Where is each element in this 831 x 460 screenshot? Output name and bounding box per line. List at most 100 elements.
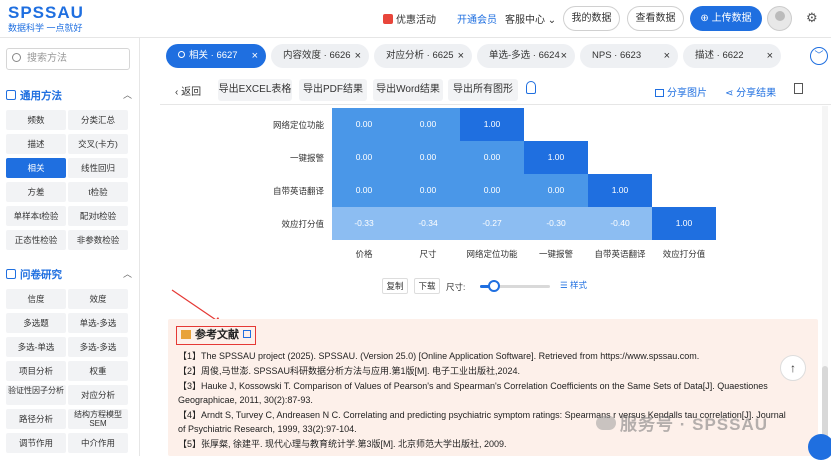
export-word-button[interactable]: 导出Word结果 bbox=[373, 79, 443, 101]
close-icon[interactable]: × bbox=[355, 44, 361, 68]
document-icon[interactable] bbox=[794, 83, 803, 94]
copy-icon[interactable] bbox=[243, 330, 251, 338]
general-item[interactable]: 正态性检验 bbox=[6, 230, 66, 250]
promo-link[interactable]: 优惠活动 bbox=[383, 11, 436, 26]
questionnaire-item[interactable]: 多选-多选 bbox=[68, 337, 128, 357]
tab-label: 相关 · 6627 bbox=[189, 50, 238, 61]
questionnaire-item[interactable]: 验证性因子分析 bbox=[6, 385, 66, 405]
heatmap-cell: 0.00 bbox=[332, 174, 396, 207]
analysis-tabs: 相关 · 6627 × 内容效度 · 6626 × 对应分析 · 6625 × 单选-… bbox=[160, 42, 831, 70]
general-item[interactable]: 交叉(卡方) bbox=[68, 134, 128, 154]
logo-slogan: 数据科学 一点就好 bbox=[8, 23, 83, 33]
search-placeholder: 搜索方法 bbox=[27, 53, 67, 64]
questionnaire-item[interactable]: 对应分析 bbox=[68, 385, 128, 405]
avatar[interactable] bbox=[767, 6, 792, 31]
my-data-button[interactable]: 我的数据 bbox=[563, 6, 620, 31]
heatmap-cell: 0.00 bbox=[332, 108, 396, 141]
watermark-text: 服务号 · SPSSAU bbox=[620, 415, 769, 434]
heatmap-cell: 0.00 bbox=[396, 141, 460, 174]
export-pdf-button[interactable]: 导出PDF结果 bbox=[299, 79, 367, 101]
heatmap-cell: 0.00 bbox=[396, 108, 460, 141]
share-result-label: 分享结果 bbox=[736, 88, 777, 99]
tab-label: 描述 · 6622 bbox=[695, 50, 744, 61]
general-item[interactable]: t检验 bbox=[68, 182, 128, 202]
close-icon[interactable]: × bbox=[767, 44, 773, 68]
questionnaire-item[interactable]: 调节作用 bbox=[6, 433, 66, 453]
close-icon[interactable]: × bbox=[561, 44, 567, 68]
heatmap-cell: 0.00 bbox=[460, 174, 524, 207]
heatmap-cell: 1.00 bbox=[652, 207, 716, 240]
tab-content-validity[interactable]: 内容效度 · 6626 × bbox=[271, 44, 369, 68]
general-methods-icon bbox=[6, 90, 16, 100]
watermark: 服务号 · SPSSAU bbox=[596, 410, 768, 435]
close-icon[interactable]: × bbox=[664, 44, 670, 68]
scrollbar[interactable] bbox=[822, 106, 828, 456]
heatmap-cell: -0.33 bbox=[332, 207, 396, 240]
style-button[interactable]: ☰ 样式 bbox=[560, 279, 587, 291]
share-image-button[interactable]: 分享图片 bbox=[655, 84, 707, 99]
export-excel-button[interactable]: 导出EXCEL表格 bbox=[218, 79, 292, 101]
general-item[interactable]: 单样本t检验 bbox=[6, 206, 66, 226]
back-to-top-button[interactable]: ↑ bbox=[780, 355, 806, 381]
lightbulb-icon[interactable] bbox=[526, 81, 536, 94]
questionnaire-item[interactable]: 效度 bbox=[68, 289, 128, 309]
tab-single-multi[interactable]: 单选-多选 · 6624 × bbox=[477, 44, 575, 68]
questionnaire-item[interactable]: 结构方程模型SEM bbox=[68, 409, 128, 429]
tab-correspondence[interactable]: 对应分析 · 6625 × bbox=[374, 44, 472, 68]
export-all-charts-button[interactable]: 导出所有图形 bbox=[448, 79, 518, 101]
chevron-down-icon[interactable]: ﹀ bbox=[810, 47, 828, 65]
questionnaire-item[interactable]: 项目分析 bbox=[6, 361, 66, 381]
reference-item: 【1】The SPSSAU project (2025). SPSSAU. (V… bbox=[178, 351, 700, 361]
copy-button[interactable]: 复制 bbox=[382, 278, 408, 294]
general-item[interactable]: 非参数检验 bbox=[68, 230, 128, 250]
wechat-icon bbox=[596, 416, 616, 430]
chat-bubble-icon[interactable] bbox=[808, 434, 831, 460]
view-data-button[interactable]: 查看数据 bbox=[627, 6, 684, 31]
heatmap-row-label: 网络定位功能 bbox=[272, 120, 324, 130]
heatmap-cell: 0.00 bbox=[332, 141, 396, 174]
general-item[interactable]: 相关 bbox=[6, 158, 66, 178]
questionnaire-item[interactable]: 多选-单选 bbox=[6, 337, 66, 357]
logo[interactable]: SPSSAU 数据科学 一点就好 bbox=[8, 4, 84, 34]
heatmap-row-label: 一键报警 bbox=[289, 153, 324, 163]
upload-data-button[interactable]: ⊕ 上传数据 bbox=[690, 6, 762, 31]
tab-descriptive[interactable]: 描述 · 6622 × bbox=[683, 44, 781, 68]
questionnaire-icon bbox=[6, 269, 16, 279]
questionnaire-item[interactable]: 单选-多选 bbox=[68, 313, 128, 333]
questionnaire-item[interactable]: 中介作用 bbox=[68, 433, 128, 453]
promo-label: 优惠活动 bbox=[396, 15, 436, 26]
image-icon bbox=[655, 89, 664, 97]
heatmap-row-label: 自带英语翻译 bbox=[272, 186, 324, 196]
size-slider-knob[interactable] bbox=[488, 280, 500, 292]
gear-icon[interactable]: ⚙ bbox=[806, 10, 818, 26]
general-item[interactable]: 描述 bbox=[6, 134, 66, 154]
download-button[interactable]: 下载 bbox=[414, 278, 440, 294]
general-item[interactable]: 分类汇总 bbox=[68, 110, 128, 130]
tab-correlation[interactable]: 相关 · 6627 × bbox=[166, 44, 266, 68]
chevron-up-icon: ︿ bbox=[122, 90, 132, 100]
questionnaire-item[interactable]: 路径分析 bbox=[6, 409, 66, 429]
vip-link[interactable]: 开通会员 bbox=[457, 11, 497, 26]
sidebar: 搜索方法 通用方法 ︿ 频数 分类汇总 描述 交叉(卡方) 相关 线性回归 方差 t检验 单样本t… bbox=[0, 38, 140, 456]
section-questionnaire[interactable]: 问卷研究 ︿ bbox=[6, 267, 134, 282]
tab-label: 对应分析 · 6625 bbox=[386, 50, 454, 61]
general-item[interactable]: 方差 bbox=[6, 182, 66, 202]
general-item[interactable]: 配对t检验 bbox=[68, 206, 128, 226]
heatmap-cell: 1.00 bbox=[460, 108, 524, 141]
references-panel: 参考文献 【1】The SPSSAU project (2025). SPSSA… bbox=[168, 319, 818, 456]
close-icon[interactable]: × bbox=[458, 44, 464, 68]
general-item[interactable]: 频数 bbox=[6, 110, 66, 130]
tab-nps[interactable]: NPS · 6623 × bbox=[580, 44, 678, 68]
share-result-button[interactable]: ⋖ 分享结果 bbox=[725, 84, 776, 99]
section-label: 问卷研究 bbox=[20, 269, 62, 281]
questionnaire-item[interactable]: 信度 bbox=[6, 289, 66, 309]
close-icon[interactable]: × bbox=[252, 44, 258, 68]
search-input[interactable]: 搜索方法 bbox=[6, 48, 130, 70]
section-general-methods[interactable]: 通用方法 ︿ bbox=[6, 88, 134, 103]
heatmap-col-label: 效应打分值 bbox=[662, 249, 706, 259]
questionnaire-item[interactable]: 多选题 bbox=[6, 313, 66, 333]
back-button[interactable]: ‹ 返回 bbox=[175, 83, 201, 98]
questionnaire-item[interactable]: 权重 bbox=[68, 361, 128, 381]
general-item[interactable]: 线性回归 bbox=[68, 158, 128, 178]
customer-service-menu[interactable]: 客服中心 ⌄ bbox=[505, 11, 556, 26]
